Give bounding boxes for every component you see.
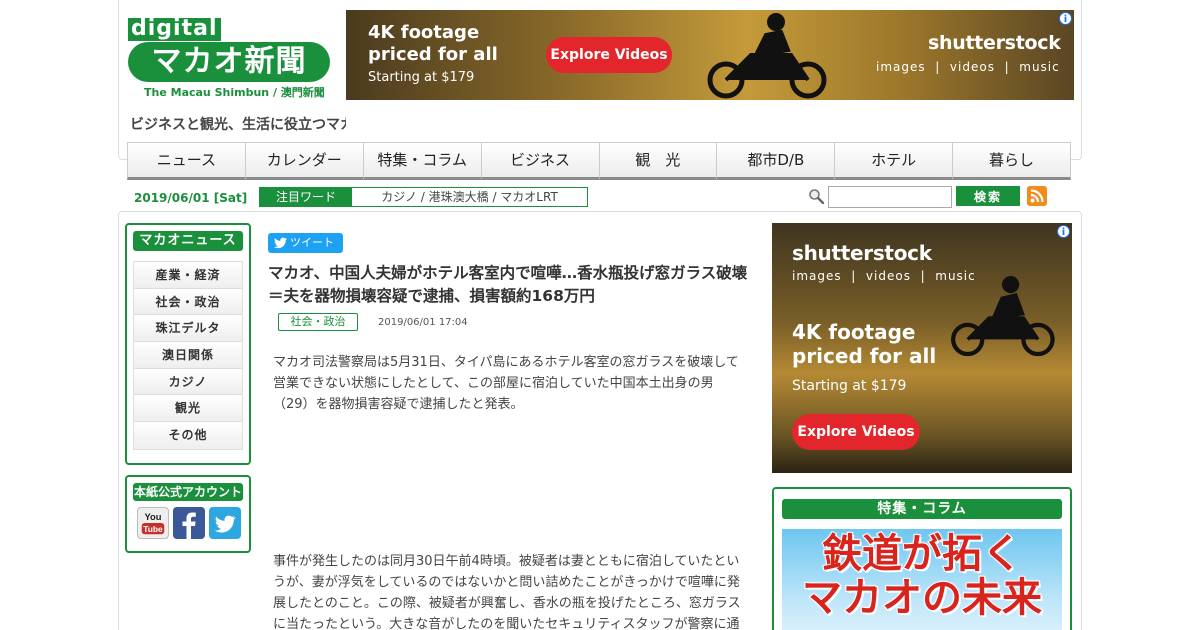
article-paragraph-1: マカオ司法警察局は5月31日、タイパ島にあるホテル客室の窓ガラスを破壊して営業で…	[273, 355, 739, 412]
nav-living[interactable]: 暮らし	[952, 142, 1071, 180]
main-nav: ニュース カレンダー 特集・コラム ビジネス 観 光 都市D/B ホテル 暮らし	[127, 142, 1071, 180]
side-ad-headline: 4K footage priced for all	[792, 320, 937, 368]
article-paragraph-2: 事件が発生したのは同月30日午前4時頃。被疑者は妻とともに宿泊していたというが、…	[273, 554, 741, 630]
category-other[interactable]: その他	[134, 422, 242, 449]
official-account-box: 本紙公式アカウント You Tube	[125, 475, 251, 553]
top-banner-ad[interactable]: 4K footage priced for all Starting at $1…	[346, 10, 1074, 100]
site-tagline: ビジネスと観光、生活に役立つマカオ	[130, 117, 346, 133]
motocross-silhouette-icon	[707, 13, 827, 99]
article-title: マカオ、中国人夫婦がホテル客室内で喧嘩…香水瓶投げ窓ガラス破壊＝夫を器物損壊容疑…	[268, 264, 748, 305]
facebook-icon[interactable]	[173, 507, 205, 539]
ad-headline: 4K footage priced for all	[368, 22, 498, 65]
logo-digital: digital	[128, 18, 222, 41]
current-date: 2019/06/01 [Sat]	[134, 191, 248, 205]
category-tourism[interactable]: 観光	[134, 395, 242, 423]
logo-subtitle: The Macau Shimbun / 澳門新聞	[144, 86, 325, 99]
search-icon	[809, 189, 824, 204]
category-macau-japan[interactable]: 澳日関係	[134, 342, 242, 369]
ad-explore-button[interactable]: Explore Videos	[546, 37, 672, 73]
tweet-button-label: ツイート	[290, 236, 334, 249]
feature-line-1: 鉄道が拓く	[821, 530, 1023, 578]
feature-banner-image[interactable]: 鉄道が拓く マカオの未来	[782, 529, 1062, 630]
news-category-box: マカオニュース 産業・経済 社会・政治 珠江デルタ 澳日関係 カジノ 観光 その…	[125, 223, 251, 465]
feature-box-title: 特集・コラム	[782, 499, 1062, 519]
nav-tourism[interactable]: 観 光	[598, 142, 717, 180]
twitter-bird-icon	[274, 237, 287, 249]
search-input[interactable]	[828, 186, 952, 208]
nav-features[interactable]: 特集・コラム	[362, 142, 481, 180]
hot-words-bar: 注目ワード カジノ / 港珠澳大橋 / マカオLRT	[259, 187, 588, 207]
feature-line-2: マカオの未来	[801, 574, 1043, 622]
nav-calendar[interactable]: カレンダー	[244, 142, 363, 180]
search-button[interactable]: 検索	[956, 186, 1020, 206]
account-box-title: 本紙公式アカウント	[133, 483, 243, 501]
logo-main: マカオ新聞	[128, 42, 330, 82]
side-ad-brand: shutterstock	[792, 241, 932, 265]
side-ad-info-icon[interactable]: i	[1057, 225, 1070, 238]
nav-city-db[interactable]: 都市D/B	[716, 142, 835, 180]
category-list: 産業・経済 社会・政治 珠江デルタ 澳日関係 カジノ 観光 その他	[133, 261, 243, 450]
twitter-icon[interactable]	[209, 507, 241, 539]
svg-text:Tube: Tube	[143, 524, 163, 534]
ad-subline: Starting at $179	[368, 70, 475, 85]
ad-brand-sub: images | videos | music	[876, 60, 1060, 74]
news-box-title: マカオニュース	[133, 231, 243, 251]
hot-words-links[interactable]: カジノ / 港珠澳大橋 / マカオLRT	[352, 188, 587, 206]
feature-column-box: 特集・コラム 鉄道が拓く マカオの未来	[772, 487, 1072, 630]
sidebar-ad[interactable]: shutterstock images | videos | music 4K …	[772, 223, 1072, 473]
category-society-politics[interactable]: 社会・政治	[134, 288, 242, 316]
category-pearl-river-delta[interactable]: 珠江デルタ	[134, 315, 242, 343]
article-category-badge[interactable]: 社会・政治	[278, 313, 358, 331]
side-ad-explore-button[interactable]: Explore Videos	[792, 414, 920, 450]
hot-words-label: 注目ワード	[260, 188, 352, 206]
category-casino[interactable]: カジノ	[134, 368, 242, 396]
nav-business[interactable]: ビジネス	[480, 142, 599, 180]
ad-brand: shutterstock	[928, 32, 1061, 54]
svg-text:You: You	[145, 512, 162, 522]
tweet-button[interactable]: ツイート	[268, 233, 343, 253]
nav-hotel[interactable]: ホテル	[834, 142, 953, 180]
rss-icon[interactable]	[1027, 186, 1047, 206]
side-ad-subline: Starting at $179	[792, 378, 907, 394]
site-logo[interactable]: digital マカオ新聞 The Macau Shimbun / 澳門新聞	[128, 18, 333, 100]
youtube-icon[interactable]: You Tube	[137, 507, 169, 539]
nav-news[interactable]: ニュース	[127, 142, 245, 180]
category-industry-economy[interactable]: 産業・経済	[134, 262, 242, 289]
article-timestamp: 2019/06/01 17:04	[378, 317, 468, 328]
side-motocross-silhouette-icon	[951, 276, 1055, 357]
ad-info-icon[interactable]: i	[1059, 12, 1072, 25]
